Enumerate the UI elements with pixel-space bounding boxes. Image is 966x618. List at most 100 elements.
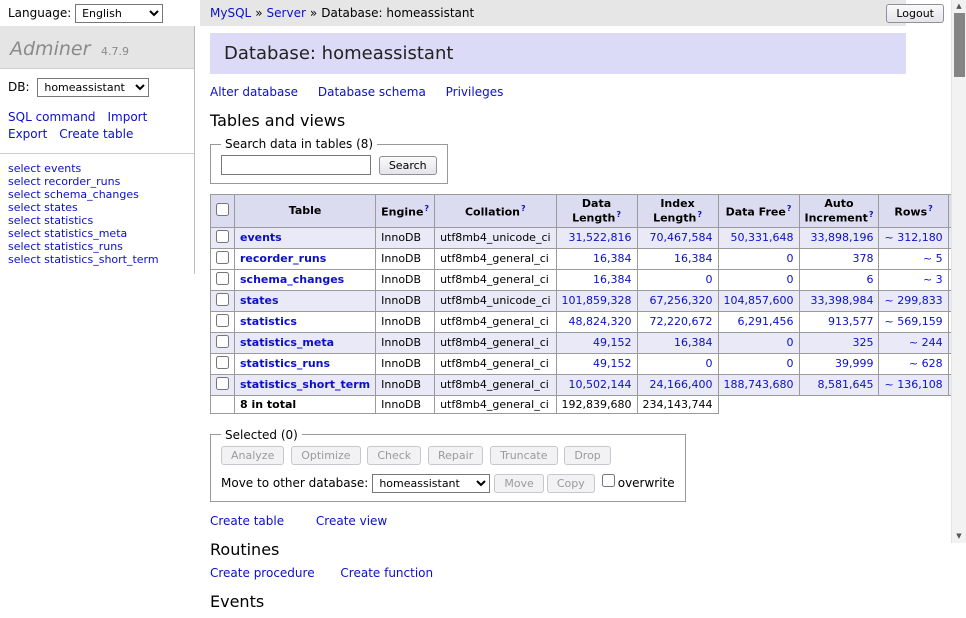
auto-increment-link[interactable]: 325 [852, 336, 873, 349]
search-input[interactable] [221, 155, 371, 175]
auto-increment-link[interactable]: 39,999 [835, 357, 874, 370]
help-link[interactable]: ? [424, 204, 429, 213]
index-length-link[interactable]: 0 [706, 357, 713, 370]
sidebar-select-states-link[interactable]: select states [8, 201, 78, 214]
create-table-sidebar-link[interactable]: Create table [59, 127, 133, 141]
help-link[interactable]: ? [787, 204, 792, 213]
sidebar-select-recorder-runs-link[interactable]: select recorder_runs [8, 175, 120, 188]
data-free-link[interactable]: 0 [787, 252, 794, 265]
table-link[interactable]: statistics [240, 315, 297, 328]
auto-increment-link[interactable]: 6 [866, 273, 873, 286]
row-checkbox[interactable] [216, 230, 229, 243]
table-link[interactable]: statistics_short_term [240, 378, 370, 391]
sidebar-select-statistics-runs-link[interactable]: select statistics_runs [8, 240, 123, 253]
table-link[interactable]: recorder_runs [240, 252, 326, 265]
breadcrumb-server-link[interactable]: Server [267, 6, 306, 20]
row-checkbox[interactable] [216, 272, 229, 285]
data-length-link[interactable]: 48,824,320 [569, 315, 632, 328]
data-length-link[interactable]: 101,859,328 [562, 294, 632, 307]
export-link[interactable]: Export [8, 127, 47, 141]
data-free-link[interactable]: 188,743,680 [724, 378, 794, 391]
drop-button[interactable]: Drop [564, 446, 610, 465]
sql-command-link[interactable]: SQL command [8, 110, 95, 124]
index-length-link[interactable]: 24,166,400 [650, 378, 713, 391]
scrollbar-thumb[interactable] [954, 13, 965, 77]
scrollbar-down-arrow-icon[interactable]: ▼ [952, 530, 966, 543]
auto-increment-link[interactable]: 913,577 [828, 315, 874, 328]
create-view-link[interactable]: Create view [316, 514, 387, 528]
index-length-link[interactable]: 70,467,584 [650, 231, 713, 244]
table-link[interactable]: schema_changes [240, 273, 344, 286]
data-free-link[interactable]: 0 [787, 336, 794, 349]
help-link[interactable]: ? [697, 210, 702, 219]
table-link[interactable]: states [240, 294, 279, 307]
sidebar-select-statistics-link[interactable]: select statistics [8, 214, 93, 227]
copy-button[interactable]: Copy [547, 474, 595, 493]
optimize-button[interactable]: Optimize [291, 446, 360, 465]
search-button[interactable]: Search [379, 156, 437, 175]
db-select[interactable]: homeassistant [37, 78, 149, 97]
data-length-link[interactable]: 10,502,144 [569, 378, 632, 391]
data-free-link[interactable]: 104,857,600 [724, 294, 794, 307]
data-free-link[interactable]: 6,291,456 [738, 315, 794, 328]
row-checkbox[interactable] [216, 251, 229, 264]
create-table-link[interactable]: Create table [210, 514, 284, 528]
data-length-link[interactable]: 49,152 [593, 357, 632, 370]
privileges-link[interactable]: Privileges [446, 85, 504, 99]
rows-link[interactable]: ~ 628 [909, 357, 943, 370]
data-free-link[interactable]: 0 [787, 357, 794, 370]
row-checkbox[interactable] [216, 356, 229, 369]
index-length-link[interactable]: 16,384 [674, 336, 713, 349]
table-link[interactable]: statistics_runs [240, 357, 330, 370]
database-schema-link[interactable]: Database schema [318, 85, 426, 99]
help-link[interactable]: ? [869, 210, 874, 219]
rows-link[interactable]: ~ 5 [923, 252, 943, 265]
rows-link[interactable]: ~ 299,833 [884, 294, 942, 307]
data-free-link[interactable]: 0 [787, 273, 794, 286]
logout-button[interactable]: Logout [886, 4, 944, 23]
row-checkbox[interactable] [216, 293, 229, 306]
row-checkbox[interactable] [216, 335, 229, 348]
sidebar-select-statistics-short-term-link[interactable]: select statistics_short_term [8, 253, 159, 266]
data-free-link[interactable]: 50,331,648 [731, 231, 794, 244]
rows-link[interactable]: ~ 3 [923, 273, 943, 286]
breadcrumb-mysql-link[interactable]: MySQL [210, 6, 251, 20]
data-length-link[interactable]: 16,384 [593, 252, 632, 265]
table-link[interactable]: statistics_meta [240, 336, 334, 349]
import-link[interactable]: Import [107, 110, 147, 124]
index-length-link[interactable]: 67,256,320 [650, 294, 713, 307]
check-button[interactable]: Check [367, 446, 421, 465]
overwrite-checkbox[interactable] [602, 474, 615, 487]
repair-button[interactable]: Repair [428, 446, 483, 465]
move-button[interactable]: Move [494, 474, 544, 493]
sidebar-select-events-link[interactable]: select events [8, 162, 81, 175]
sidebar-select-schema-changes-link[interactable]: select schema_changes [8, 188, 139, 201]
scrollbar-up-arrow-icon[interactable]: ▲ [952, 0, 966, 13]
index-length-link[interactable]: 16,384 [674, 252, 713, 265]
auto-increment-link[interactable]: 8,581,645 [818, 378, 874, 391]
sidebar-select-statistics-meta-link[interactable]: select statistics_meta [8, 227, 127, 240]
auto-increment-link[interactable]: 33,898,196 [811, 231, 874, 244]
create-function-link[interactable]: Create function [340, 566, 433, 580]
data-length-link[interactable]: 16,384 [593, 273, 632, 286]
language-select[interactable]: English [75, 4, 163, 23]
scrollbar[interactable]: ▲ ▼ [951, 0, 966, 543]
select-all-checkbox[interactable] [216, 203, 229, 216]
help-link[interactable]: ? [521, 204, 526, 213]
create-procedure-link[interactable]: Create procedure [210, 566, 315, 580]
row-checkbox[interactable] [216, 314, 229, 327]
index-length-link[interactable]: 0 [706, 273, 713, 286]
data-length-link[interactable]: 31,522,816 [569, 231, 632, 244]
table-link[interactable]: events [240, 231, 282, 244]
rows-link[interactable]: ~ 312,180 [884, 231, 942, 244]
rows-link[interactable]: ~ 136,108 [884, 378, 942, 391]
help-link[interactable]: ? [616, 210, 621, 219]
index-length-link[interactable]: 72,220,672 [650, 315, 713, 328]
rows-link[interactable]: ~ 244 [909, 336, 943, 349]
row-checkbox[interactable] [216, 377, 229, 390]
truncate-button[interactable]: Truncate [490, 446, 557, 465]
rows-link[interactable]: ~ 569,159 [884, 315, 942, 328]
analyze-button[interactable]: Analyze [221, 446, 284, 465]
data-length-link[interactable]: 49,152 [593, 336, 632, 349]
auto-increment-link[interactable]: 33,398,984 [811, 294, 874, 307]
